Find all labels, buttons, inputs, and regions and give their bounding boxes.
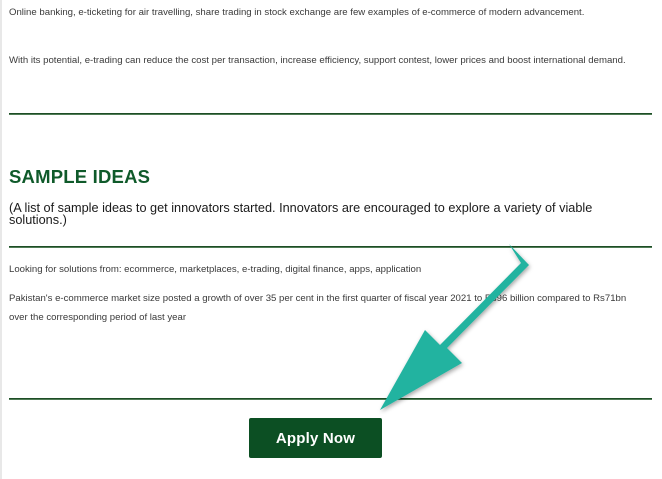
divider-top xyxy=(9,113,652,115)
page-left-border xyxy=(0,0,2,479)
divider-middle xyxy=(9,246,652,248)
ideas-line-2: Pakistan's e-commerce market size posted… xyxy=(9,293,627,323)
intro-paragraph-2: With its potential, e-trading can reduce… xyxy=(9,55,626,66)
apply-now-button[interactable]: Apply Now xyxy=(249,418,382,458)
section-subtitle: (A list of sample ideas to get innovator… xyxy=(9,201,593,227)
arrow-down-left-icon xyxy=(380,244,529,410)
intro-paragraph-1: Online banking, e-ticketing for air trav… xyxy=(9,7,585,18)
page: Online banking, e-ticketing for air trav… xyxy=(0,0,662,479)
ideas-line-1: Looking for solutions from: ecommerce, m… xyxy=(9,264,422,275)
divider-bottom xyxy=(9,398,652,400)
section-title: SAMPLE IDEAS xyxy=(9,166,151,187)
